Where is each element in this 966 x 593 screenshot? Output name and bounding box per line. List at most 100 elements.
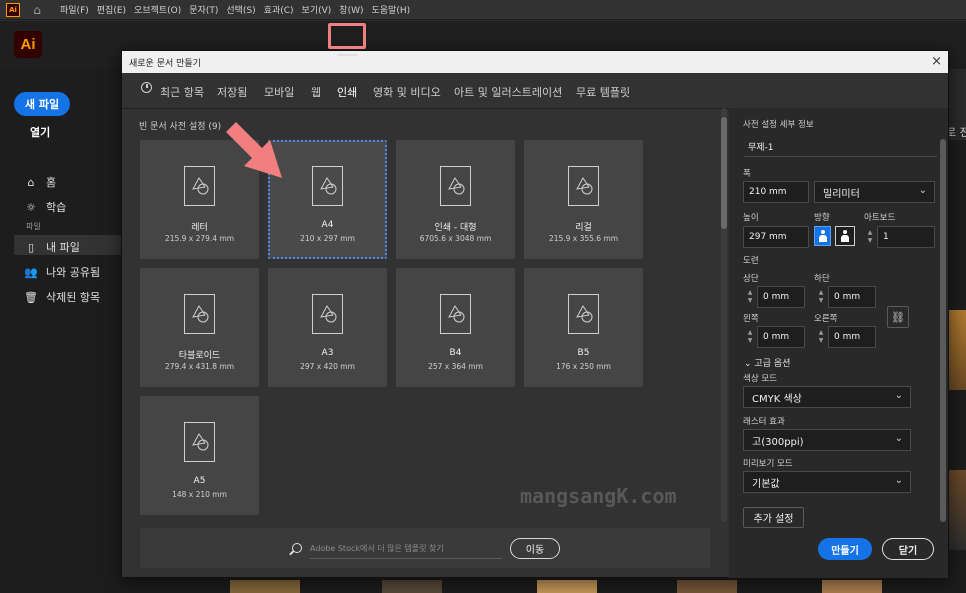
- background-thumbnail: [948, 470, 966, 550]
- bleed-left-field[interactable]: 0 mm: [757, 326, 805, 348]
- bleed-top-field[interactable]: 0 mm: [757, 286, 805, 308]
- new-file-button[interactable]: 새 파일: [14, 92, 70, 116]
- preview-mode-select[interactable]: 기본값 ⌄: [743, 471, 911, 493]
- height-label: 높이: [743, 213, 759, 223]
- bleed-right-label: 오른쪽: [814, 314, 838, 324]
- menu-object[interactable]: 오브젝트(O): [134, 3, 181, 16]
- bleed-bottom-field[interactable]: 0 mm: [828, 286, 876, 308]
- artboards-stepper[interactable]: ▲ ▼: [864, 226, 876, 248]
- bleed-right-field[interactable]: 0 mm: [828, 326, 876, 348]
- sidebar-item-my-files[interactable]: ▯ 내 파일: [24, 239, 80, 255]
- preset-name: 리걸: [575, 223, 592, 233]
- menu-select[interactable]: 선택(S): [226, 3, 255, 16]
- menu-file[interactable]: 파일(F): [60, 3, 89, 16]
- bleed-left-stepper[interactable]: ▲ ▼: [744, 326, 756, 348]
- document-name-field[interactable]: 무제-1: [744, 137, 937, 157]
- preset-name: B5: [577, 348, 590, 358]
- preset-size: 279.4 x 431.8 mm: [164, 362, 235, 371]
- sidebar-item-label: 학습: [46, 201, 67, 214]
- preset-name: A3: [321, 348, 334, 358]
- preview-mode-value: 기본값: [752, 478, 780, 490]
- sidebar-item-home[interactable]: ⌂ 홈: [24, 174, 57, 190]
- portrait-orientation-button[interactable]: [814, 226, 831, 246]
- menu-effect[interactable]: 효과(C): [264, 3, 294, 16]
- sidebar-item-learn[interactable]: ☼ 학습: [24, 199, 66, 215]
- menu-view[interactable]: 보기(V): [302, 3, 332, 16]
- sidebar-item-label: 나와 공유됨: [46, 266, 101, 279]
- more-settings-button[interactable]: 추가 설정: [743, 507, 804, 528]
- landscape-orientation-button[interactable]: [835, 226, 855, 246]
- preset-card-print-large[interactable]: 인쇄 - 대형 6705.6 x 3048 mm: [396, 140, 515, 259]
- menu-bar: Ai ⌂ 파일(F) 편집(E) 오브젝트(O) 문자(T) 선택(S) 효과(…: [0, 0, 966, 20]
- tab-recent[interactable]: 최근 항목: [160, 84, 204, 100]
- preset-card-a5[interactable]: A5 148 x 210 mm: [140, 396, 259, 515]
- background-thumbnail: [382, 580, 442, 593]
- create-button[interactable]: 만들기: [818, 538, 872, 560]
- link-icon[interactable]: ⛓: [887, 306, 909, 328]
- bleed-right-stepper[interactable]: ▲ ▼: [815, 326, 827, 348]
- preset-card-tabloid[interactable]: 타블로이드 279.4 x 431.8 mm: [140, 268, 259, 387]
- advanced-options-toggle[interactable]: ⌄ 고급 옵션: [744, 356, 790, 369]
- close-button[interactable]: 닫기: [882, 538, 934, 560]
- tab-web[interactable]: 웹: [311, 84, 321, 100]
- width-field[interactable]: 210 mm: [743, 181, 809, 203]
- preset-tabs: 최근 항목 저장됨 모바일 웹 인쇄 영화 및 비디오 아트 및 일러스트레이션…: [122, 73, 948, 109]
- details-header: 사전 설정 세부 정보: [743, 120, 814, 130]
- stock-search-input[interactable]: [310, 539, 502, 559]
- color-mode-select[interactable]: CMYK 색상 ⌄: [743, 386, 911, 408]
- tab-print[interactable]: 인쇄: [337, 84, 357, 100]
- sidebar-item-shared[interactable]: 👥 나와 공유됨: [24, 264, 100, 280]
- lightbulb-icon: ☼: [26, 200, 36, 214]
- height-field[interactable]: 297 mm: [743, 226, 809, 248]
- tab-art-illustration[interactable]: 아트 및 일러스트레이션: [454, 84, 562, 100]
- bleed-top-stepper[interactable]: ▲ ▼: [744, 286, 756, 308]
- tab-free-templates[interactable]: 무료 템플릿: [576, 84, 630, 100]
- close-icon[interactable]: ×: [931, 54, 942, 70]
- preset-size: 257 x 364 mm: [428, 362, 483, 371]
- menu-help[interactable]: 도움말(H): [372, 3, 411, 16]
- presets-scrollbar-thumb[interactable]: [721, 117, 727, 229]
- tab-mobile[interactable]: 모바일: [264, 84, 294, 100]
- document-icon: [184, 166, 215, 206]
- sidebar-item-deleted[interactable]: 🗑 삭제된 항목: [24, 289, 100, 305]
- tab-saved[interactable]: 저장됨: [217, 84, 247, 100]
- search-icon: [292, 543, 302, 553]
- unit-select[interactable]: 밀리미터 ⌄: [814, 181, 935, 203]
- menu-window[interactable]: 창(W): [339, 3, 363, 16]
- dialog-title: 새로운 문서 만들기: [129, 58, 201, 69]
- bleed-bottom-label: 하단: [814, 274, 830, 284]
- document-icon: [568, 166, 599, 206]
- preset-card-a4[interactable]: A4 210 x 297 mm: [268, 140, 387, 259]
- active-tab-underline: [337, 54, 357, 56]
- go-button[interactable]: 이동: [510, 538, 560, 559]
- background-thumbnail: [537, 580, 597, 593]
- chevron-down-icon: ⌄: [744, 359, 752, 369]
- tab-film-video[interactable]: 영화 및 비디오: [373, 84, 441, 100]
- details-scrollbar[interactable]: [940, 139, 946, 522]
- presets-heading: 빈 문서 사전 설정 (9): [139, 119, 221, 132]
- preset-card-b4[interactable]: B4 257 x 364 mm: [396, 268, 515, 387]
- preset-name: 타블로이드: [178, 351, 221, 361]
- preset-name: A4: [321, 220, 334, 230]
- menu-list: 파일(F) 편집(E) 오브젝트(O) 문자(T) 선택(S) 효과(C) 보기…: [60, 3, 418, 16]
- document-icon: [184, 294, 215, 334]
- advanced-options-label: 고급 옵션: [754, 359, 791, 369]
- home-icon[interactable]: ⌂: [30, 3, 44, 17]
- open-link[interactable]: 열기: [30, 124, 50, 140]
- preset-card-b5[interactable]: B5 176 x 250 mm: [524, 268, 643, 387]
- preset-card-legal[interactable]: 리걸 215.9 x 355.6 mm: [524, 140, 643, 259]
- preset-card-a3[interactable]: A3 297 x 420 mm: [268, 268, 387, 387]
- document-icon: [440, 166, 471, 206]
- file-icon: ▯: [27, 240, 35, 254]
- bleed-bottom-stepper[interactable]: ▲ ▼: [815, 286, 827, 308]
- preset-size: 215.9 x 355.6 mm: [548, 234, 619, 243]
- menu-edit[interactable]: 편집(E): [97, 3, 126, 16]
- raster-effects-select[interactable]: 고(300ppi) ⌄: [743, 429, 911, 451]
- menu-type[interactable]: 문자(T): [189, 3, 218, 16]
- dialog-title-bar: 새로운 문서 만들기 ×: [122, 51, 948, 73]
- color-mode-value: CMYK 색상: [752, 393, 802, 405]
- preset-size: 6705.6 x 3048 mm: [419, 234, 492, 243]
- presets-count: (9): [208, 122, 222, 132]
- sidebar-item-label: 삭제된 항목: [46, 291, 101, 304]
- artboards-field[interactable]: 1: [877, 226, 935, 248]
